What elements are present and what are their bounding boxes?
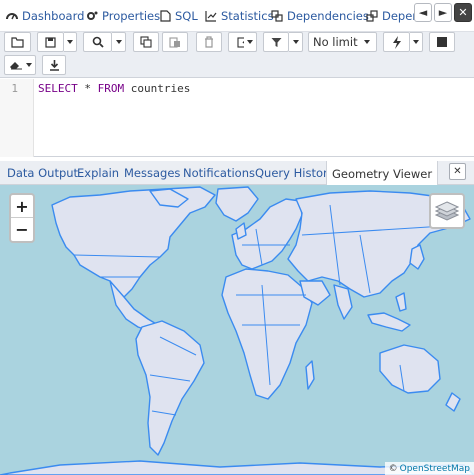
south-america-shape: [135, 320, 205, 456]
tab-label: Dashboard: [22, 9, 85, 23]
tab-explain[interactable]: Explain: [77, 161, 119, 185]
japan-shape: [409, 244, 425, 270]
stop-button[interactable]: [429, 32, 455, 52]
scroll-tabs-left-button[interactable]: ◄: [414, 3, 432, 22]
open-file-button[interactable]: [4, 32, 31, 52]
openstreetmap-link[interactable]: OpenStreetMap: [400, 464, 470, 474]
world-countries-layer[interactable]: [0, 185, 474, 475]
sql-code-line: SELECT * FROM countries: [38, 82, 190, 95]
lightning-icon: [392, 35, 401, 49]
chevron-down-icon: [247, 40, 253, 44]
cogs-icon: [87, 11, 98, 20]
madagascar-shape: [305, 360, 315, 390]
tab-notifications[interactable]: Notifications: [183, 161, 255, 185]
zoom-in-button[interactable]: +: [11, 195, 33, 218]
panel-tab-strip: Dashboard Properties SQL Statistics Depe…: [0, 0, 474, 32]
tab-label: Dependencies: [287, 9, 369, 23]
africa-shape: [221, 268, 313, 400]
map-attribution: © OpenStreetMap: [384, 462, 474, 475]
sql-identifier: countries: [124, 82, 191, 95]
filter-button[interactable]: [263, 32, 289, 52]
zoom-control: + −: [9, 193, 35, 243]
search-icon: [92, 36, 104, 48]
sql-keyword: FROM: [97, 82, 125, 95]
greenland-shape: [215, 186, 259, 222]
philippines-shape: [395, 292, 407, 312]
close-result-button[interactable]: ✕: [449, 163, 466, 180]
filter-icon: [271, 37, 281, 47]
paste-button[interactable]: [162, 32, 188, 52]
result-tab-strip: Data Output Explain Messages Notificatio…: [0, 161, 474, 186]
chevron-down-icon: [413, 40, 419, 44]
execute-button[interactable]: [383, 32, 410, 52]
layers-icon: [435, 201, 459, 221]
central-america-shape: [109, 280, 159, 332]
paste-icon: [169, 37, 180, 48]
tab-navigation: ◄ ► ✕: [414, 3, 472, 22]
tab-dependencies[interactable]: Dependencies: [271, 0, 369, 31]
file-icon: [160, 10, 171, 22]
sql-operator: *: [77, 82, 98, 95]
delete-button[interactable]: [196, 32, 222, 52]
tab-statistics[interactable]: Statistics: [205, 0, 274, 31]
download-button[interactable]: [42, 55, 66, 75]
edit-options-dropdown[interactable]: [244, 32, 257, 52]
tab-label: Statistics: [221, 9, 274, 23]
indonesia-shape: [367, 312, 411, 332]
tab-geometry-viewer[interactable]: Geometry Viewer: [326, 161, 439, 186]
chevron-down-icon: [67, 40, 73, 44]
dashboard-icon: [6, 13, 18, 20]
tab-dashboard[interactable]: Dashboard: [6, 0, 85, 31]
row-limit-select[interactable]: No limit: [308, 32, 377, 52]
north-america-shape: [51, 186, 216, 298]
zoom-out-button[interactable]: −: [11, 218, 33, 241]
execute-options-dropdown[interactable]: [410, 32, 423, 52]
copy-button[interactable]: [133, 32, 159, 52]
save-file-button[interactable]: [37, 32, 64, 52]
chevron-down-icon: [364, 40, 370, 44]
line-number: 1: [11, 82, 18, 95]
chevron-down-icon: [292, 40, 299, 44]
clear-button[interactable]: [4, 55, 36, 75]
eraser-icon: [9, 62, 22, 70]
save-options-dropdown[interactable]: [64, 32, 77, 52]
tab-label: SQL: [175, 9, 198, 23]
tab-data-output[interactable]: Data Output: [7, 161, 78, 185]
tab-label: Properties: [102, 9, 161, 23]
chevron-down-icon: [25, 63, 32, 67]
filter-options-dropdown[interactable]: [289, 32, 303, 52]
folder-open-icon: [11, 36, 24, 48]
line-number-gutter: 1: [0, 79, 34, 157]
sql-keyword: SELECT: [38, 82, 78, 95]
tab-properties[interactable]: Properties: [86, 0, 161, 31]
australia-shape: [379, 344, 441, 394]
trash-icon: [205, 36, 213, 48]
layers-button[interactable]: [429, 193, 465, 229]
stop-icon: [437, 37, 447, 47]
save-icon: [45, 36, 56, 48]
copy-icon: [140, 36, 152, 48]
chevron-down-icon: [115, 40, 122, 44]
query-toolbar: No limit: [0, 32, 474, 78]
tab-messages[interactable]: Messages: [124, 161, 180, 185]
chart-icon: [205, 11, 217, 22]
download-icon: [49, 59, 59, 71]
row-limit-value: No limit: [313, 35, 358, 49]
sql-editor[interactable]: 1 SELECT * FROM countries: [0, 79, 474, 157]
dependents-icon: [366, 10, 378, 22]
scroll-tabs-right-button[interactable]: ►: [434, 3, 452, 22]
india-shape: [333, 284, 353, 320]
dependencies-icon: [271, 10, 283, 22]
geometry-map[interactable]: © OpenStreetMap: [0, 185, 474, 475]
find-button[interactable]: [83, 32, 112, 52]
tab-query-history[interactable]: Query History: [255, 161, 335, 185]
tab-sql[interactable]: SQL: [160, 0, 198, 31]
close-panel-button[interactable]: ✕: [454, 3, 472, 22]
copyright-symbol: ©: [388, 463, 398, 474]
new-zealand-shape: [445, 392, 461, 412]
find-options-dropdown[interactable]: [112, 32, 126, 52]
